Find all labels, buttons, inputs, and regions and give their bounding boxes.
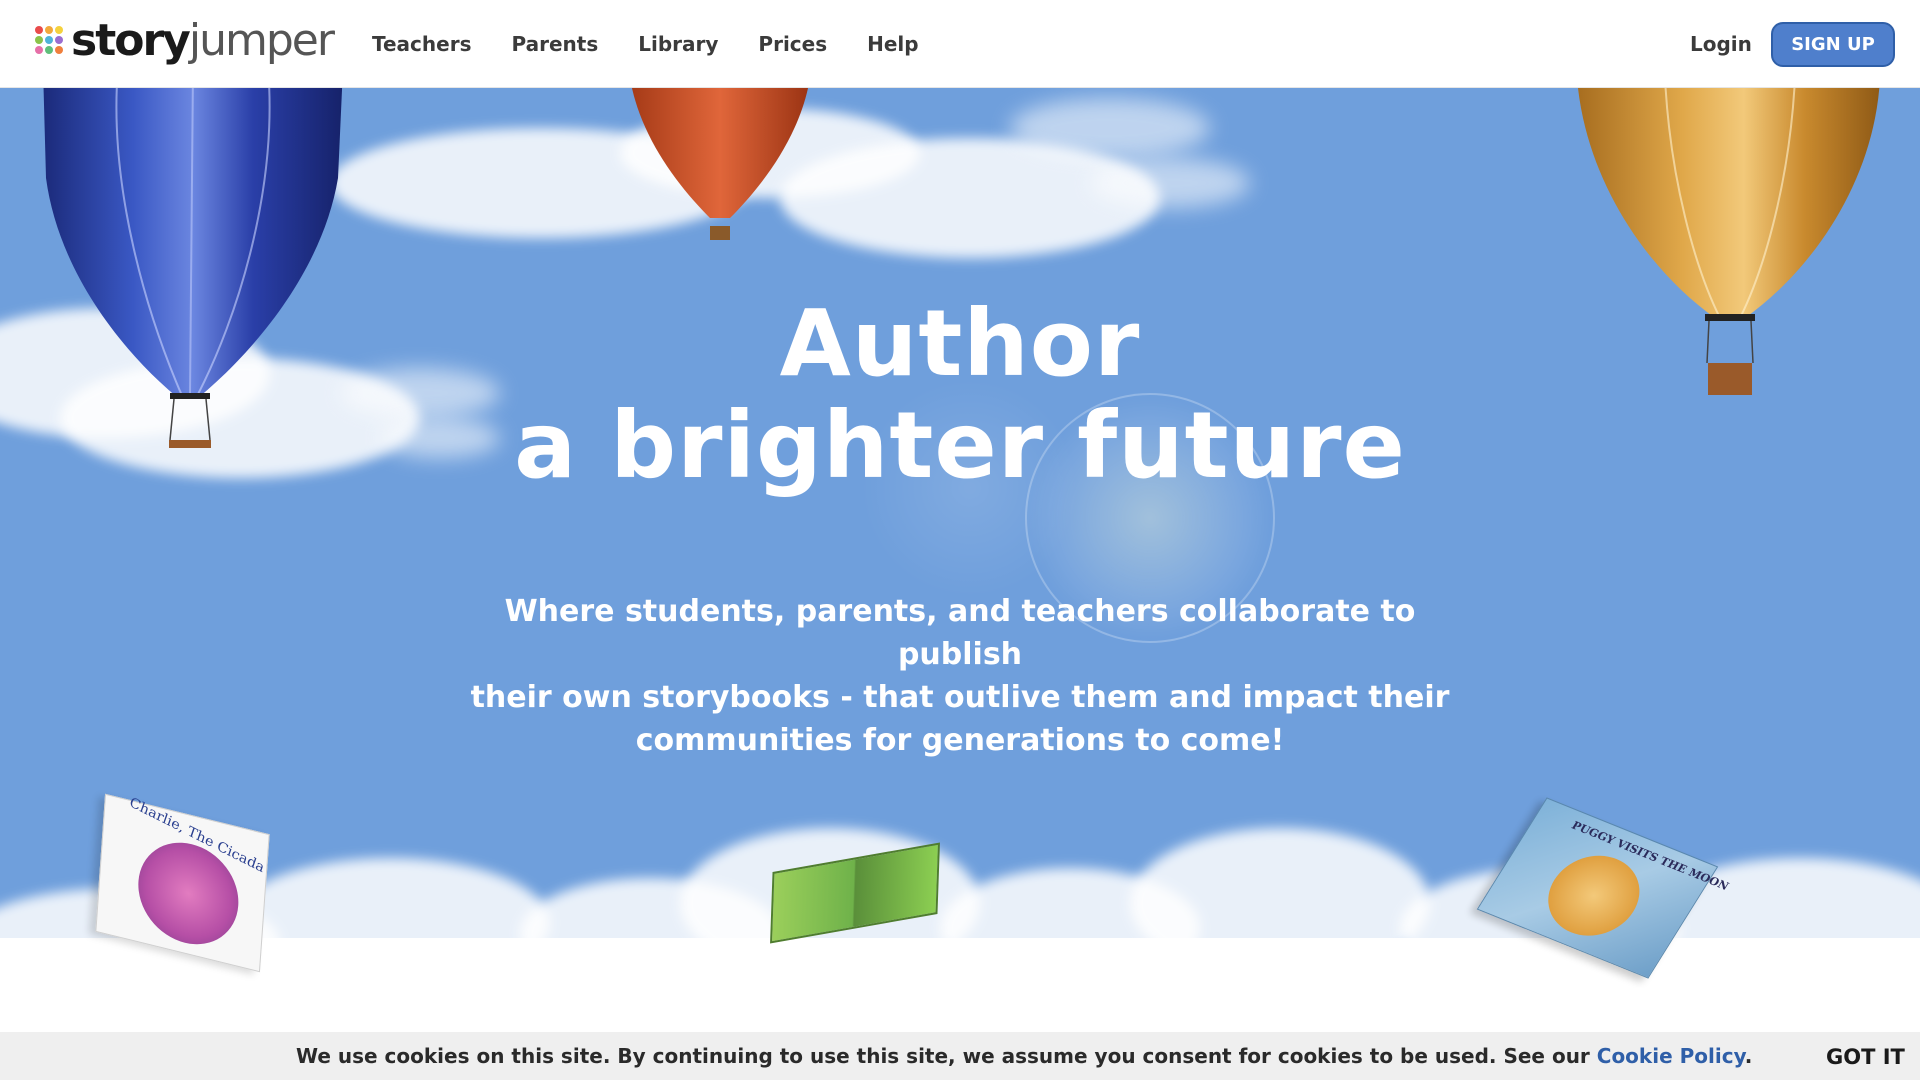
nav-teachers[interactable]: Teachers <box>372 28 471 60</box>
logo-wordmark: storyjumper <box>71 15 335 66</box>
hero-title-line2: a brighter future <box>514 392 1406 499</box>
signup-button[interactable]: SIGN UP <box>1771 22 1895 67</box>
got-it-button[interactable]: GOT IT <box>1826 1042 1905 1072</box>
hero-section: Author a brighter future Where students,… <box>0 88 1920 988</box>
hero-subtitle-line1: Where students, parents, and teachers co… <box>504 594 1416 672</box>
hero-title: Author a brighter future <box>0 293 1920 497</box>
login-link[interactable]: Login <box>1690 28 1752 60</box>
cookie-consent-bar: We use cookies on this site. By continui… <box>0 1032 1920 1080</box>
hero-subtitle-line3: communities for generations to come! <box>635 723 1285 758</box>
cookie-policy-link[interactable]: Cookie Policy <box>1597 1044 1745 1068</box>
cookie-period: . <box>1744 1044 1753 1068</box>
cookie-message: We use cookies on this site. By continui… <box>296 1042 1752 1070</box>
cookie-message-text: We use cookies on this site. By continui… <box>296 1044 1597 1068</box>
nav-parents[interactable]: Parents <box>511 28 598 60</box>
nav-help[interactable]: Help <box>867 28 918 60</box>
hero-subtitle-line2: their own storybooks - that outlive them… <box>470 680 1450 715</box>
orange-hot-air-balloon <box>632 88 808 240</box>
nav-prices[interactable]: Prices <box>758 28 827 60</box>
logo-dots-icon <box>35 26 65 56</box>
site-header: storyjumper Teachers Parents Library Pri… <box>0 0 1920 88</box>
nav-library[interactable]: Library <box>638 28 718 60</box>
main-nav: Teachers Parents Library Prices Help <box>372 28 959 60</box>
storyjumper-logo[interactable]: storyjumper <box>35 15 335 66</box>
hero-title-line1: Author <box>779 290 1141 397</box>
hero-subtitle: Where students, parents, and teachers co… <box>460 590 1460 762</box>
